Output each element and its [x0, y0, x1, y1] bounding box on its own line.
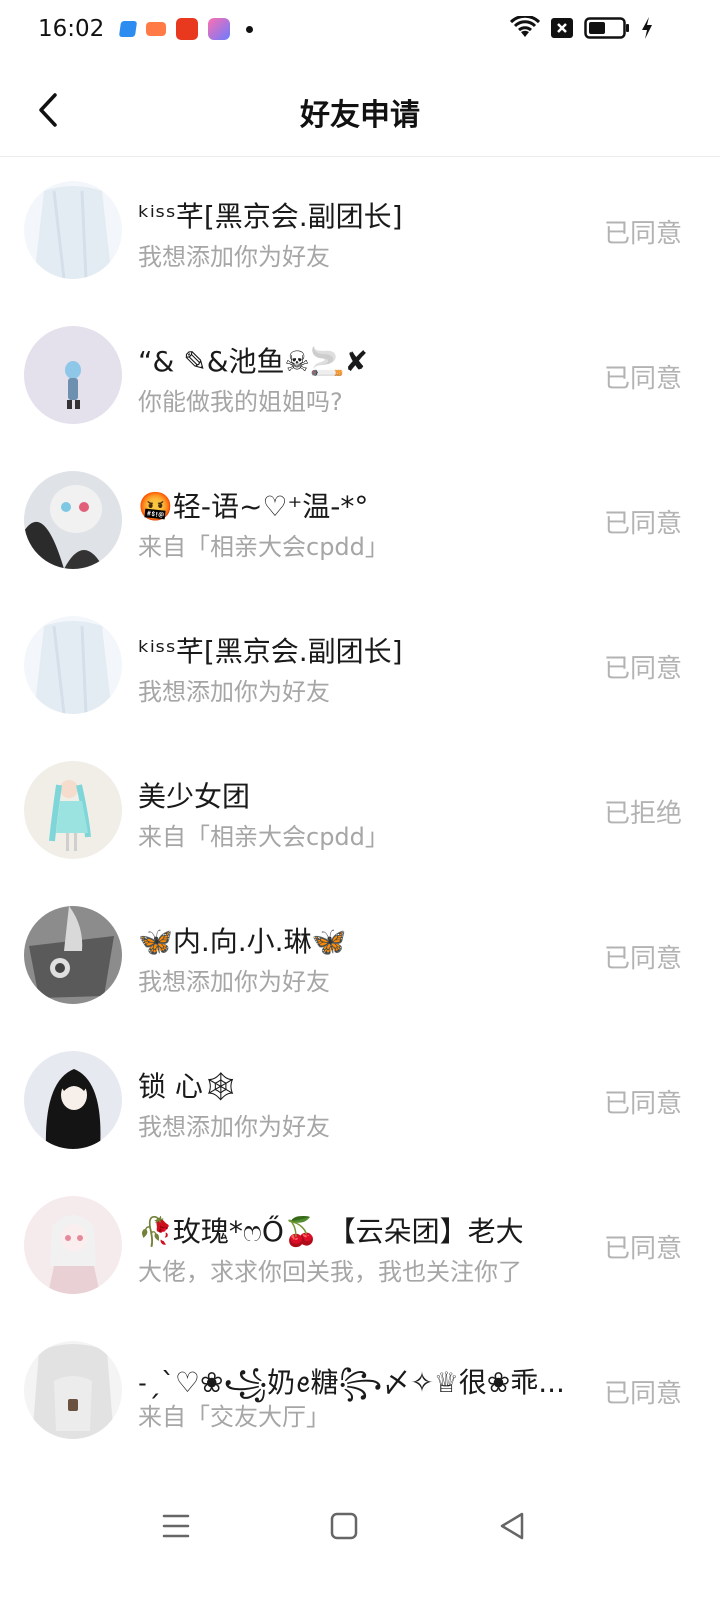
request-status: 已同意	[603, 1234, 682, 1264]
nav-back-button[interactable]	[494, 1508, 530, 1544]
page-title: 好友申请	[300, 98, 420, 133]
request-message: 你能做我的姐姐吗?	[138, 388, 343, 416]
request-message: 来自「交友大厅」	[138, 1403, 330, 1431]
request-status: 已拒绝	[603, 799, 682, 829]
avatar[interactable]	[24, 761, 122, 859]
request-message: 来自「相亲大会cpdd」	[138, 533, 389, 561]
requester-name: 美少女团	[138, 780, 251, 813]
system-nav-bar	[0, 1490, 720, 1560]
list-item[interactable]: 锁 心🕸 我想添加你为好友 已同意	[0, 1027, 720, 1172]
recent-apps-button[interactable]	[158, 1508, 194, 1544]
request-status: 已同意	[603, 654, 682, 684]
requester-name: 🥀玫瑰*ෆŐ🍒 【云朵团】老大	[138, 1215, 524, 1248]
no-sim-icon	[551, 18, 573, 38]
avatar[interactable]	[24, 1341, 122, 1439]
avatar[interactable]	[24, 181, 122, 279]
status-time: 16:02	[38, 16, 105, 42]
list-item[interactable]: 🦋内.向.小.琳🦋 我想添加你为好友 已同意	[0, 882, 720, 1027]
notification-icons	[118, 18, 253, 40]
request-status: 已同意	[603, 364, 682, 394]
avatar[interactable]	[24, 616, 122, 714]
list-item[interactable]: ᵏⁱˢˢ芊[黑京会.副团长] 我想添加你为好友 已同意	[0, 157, 720, 302]
avatar[interactable]	[24, 1051, 122, 1149]
status-indicators	[510, 16, 654, 40]
back-triangle-icon	[500, 1512, 524, 1540]
list-item[interactable]: “& ✎&池鱼☠🚬✘ 你能做我的姐姐吗? 已同意	[0, 302, 720, 447]
list-item[interactable]: ˗ˏˋ♡❀꧁奶ꫀ糖꧂〆✧♕很❀乖... 来自「交友大厅」 已同意	[0, 1317, 720, 1462]
list-item[interactable]: 美少女团 来自「相亲大会cpdd」 已拒绝	[0, 737, 720, 882]
avatar[interactable]	[24, 326, 122, 424]
status-bar: 16:02	[0, 0, 720, 64]
requester-name: 锁 心🕸	[138, 1070, 239, 1103]
friend-request-list: ᵏⁱˢˢ芊[黑京会.副团长] 我想添加你为好友 已同意 “& ✎&池鱼☠🚬✘ 你…	[0, 157, 720, 1462]
avatar[interactable]	[24, 471, 122, 569]
requester-name: 🤬轻-语~♡⁺温-*°	[138, 490, 369, 523]
requester-name: ᵏⁱˢˢ芊[黑京会.副团长]	[138, 200, 403, 233]
request-message: 来自「相亲大会cpdd」	[138, 823, 389, 851]
avatar[interactable]	[24, 906, 122, 1004]
requester-name: 🦋内.向.小.琳🦋	[138, 925, 347, 958]
avatar[interactable]	[24, 1196, 122, 1294]
request-message: 我想添加你为好友	[138, 678, 330, 706]
requester-name: “& ✎&池鱼☠🚬✘	[138, 345, 368, 378]
request-status: 已同意	[603, 944, 682, 974]
header: 好友申请	[0, 64, 720, 157]
home-square-icon	[330, 1512, 358, 1540]
request-message: 我想添加你为好友	[138, 968, 330, 996]
requester-name: ᵏⁱˢˢ芊[黑京会.副团长]	[138, 635, 403, 668]
battery-icon	[584, 17, 629, 39]
list-item[interactable]: 🤬轻-语~♡⁺温-*° 来自「相亲大会cpdd」 已同意	[0, 447, 720, 592]
request-status: 已同意	[603, 219, 682, 249]
request-status: 已同意	[603, 1379, 682, 1409]
charging-icon	[642, 17, 652, 39]
request-message: 大佬，求求你回关我，我也关注你了	[138, 1258, 522, 1286]
game-notification-icon	[146, 22, 166, 36]
request-status: 已同意	[603, 1089, 682, 1119]
more-dot-icon	[246, 25, 253, 33]
home-button[interactable]	[326, 1508, 362, 1544]
recent-apps-icon	[162, 1514, 190, 1538]
request-status: 已同意	[603, 509, 682, 539]
list-item[interactable]: ᵏⁱˢˢ芊[黑京会.副团长] 我想添加你为好友 已同意	[0, 592, 720, 737]
friend-request-screen: 16:02 好友申请 ᵏⁱˢˢ芊[黑京会.副团长] 我想添加你为好友 已同意 “…	[0, 0, 720, 1600]
app-notification-icon	[118, 21, 138, 37]
wifi-icon	[510, 16, 540, 37]
shortcut-notification-icon	[208, 18, 230, 40]
request-message: 我想添加你为好友	[138, 243, 330, 271]
list-item[interactable]: 🥀玫瑰*ෆŐ🍒 【云朵团】老大 大佬，求求你回关我，我也关注你了 已同意	[0, 1172, 720, 1317]
taobao-notification-icon	[176, 18, 198, 40]
request-message: 我想添加你为好友	[138, 1113, 330, 1141]
